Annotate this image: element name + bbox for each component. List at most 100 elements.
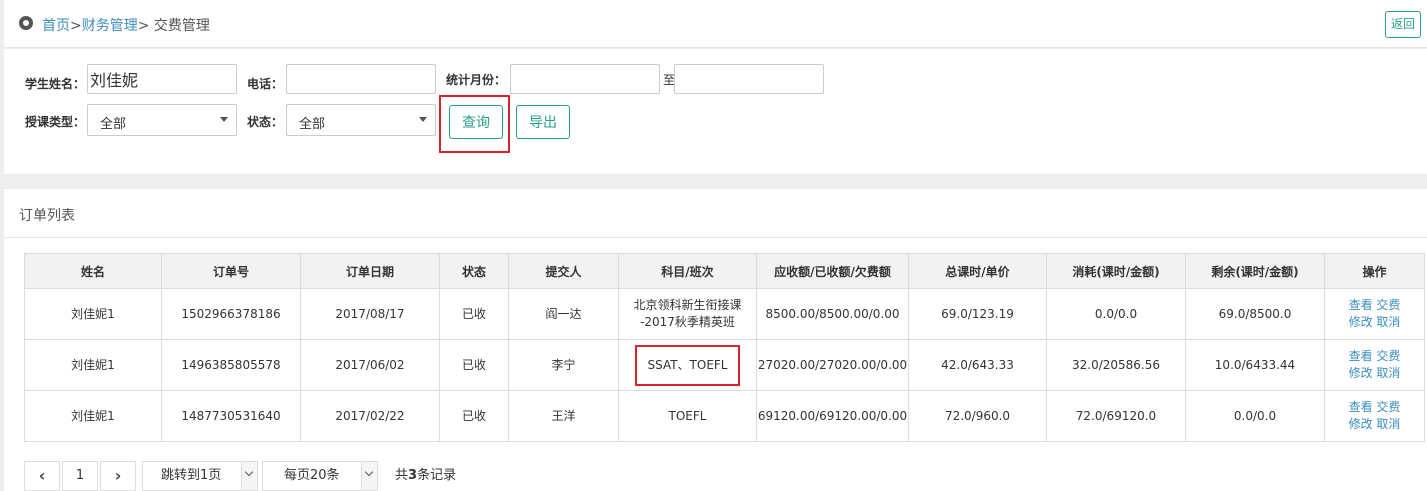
breadcrumb-current: 交费管理 [149,18,210,34]
total-count: 3 [408,468,418,483]
cell-amounts: 8500.00/8500.00/0.00 [756,288,909,340]
orders-table: 姓名 订单号 订单日期 状态 提交人 科目/班次 应收额/已收额/欠费额 总课时… [24,253,1425,442]
lesson-type-select[interactable]: 全部 [87,104,237,136]
table-row: 刘佳妮1 1496385805578 2017/06/02 已收 李宁 SSAT… [24,339,1425,391]
cell-consumed: 0.0/0.0 [1046,288,1186,340]
column-header: 总课时/单价 [908,253,1047,289]
status-label: 状态： [247,115,284,129]
query-button[interactable]: 查询 [449,105,503,139]
cancel-link[interactable]: 取消 [1376,417,1400,431]
jump-to-page-value: 跳转到1页 [161,468,222,483]
cell-status: 已收 [439,288,509,340]
breadcrumb-home-link[interactable]: 首页 [42,18,70,34]
table-row: 刘佳妮1 1502966378186 2017/08/17 已收 阎一达 北京领… [24,288,1425,340]
phone-input[interactable] [286,64,436,94]
cell-submitter: 王洋 [508,390,619,442]
chevron-down-icon [241,462,257,490]
subject-text: -2017秋季精英班 [640,315,735,329]
cell-subject: TOEFL [618,390,757,442]
export-button[interactable]: 导出 [516,105,570,139]
status-select[interactable]: 全部 [286,104,436,136]
cell-amounts: 27020.00/27020.00/0.00 [756,339,909,391]
cell-status: 已收 [439,339,509,391]
column-header: 提交人 [508,253,619,289]
cell-operations: 查看 交费 修改 取消 [1324,288,1425,340]
cell-operations: 查看 交费 修改 取消 [1324,390,1425,442]
month-to-input[interactable] [674,64,824,94]
view-link[interactable]: 查看 [1349,298,1373,312]
column-header: 操作 [1324,253,1425,289]
cancel-link[interactable]: 取消 [1376,366,1400,380]
view-link[interactable]: 查看 [1349,349,1373,363]
total-records: 共3条记录 [395,461,456,491]
student-name-input[interactable] [87,64,237,94]
table-row: 刘佳妮1 1487730531640 2017/02/22 已收 王洋 TOEF… [24,390,1425,442]
column-header: 姓名 [24,253,162,289]
month-from-input[interactable] [510,64,660,94]
breadcrumb-separator: > [137,18,150,34]
back-button[interactable]: 返回 [1384,11,1421,38]
cancel-link[interactable]: 取消 [1376,315,1400,329]
table-header-row: 姓名 订单号 订单日期 状态 提交人 科目/班次 应收额/已收额/欠费额 总课时… [24,253,1425,289]
order-list-title: 订单列表 [19,208,75,224]
location-pin-icon [19,16,33,30]
cell-hours-price: 72.0/960.0 [908,390,1047,442]
cell-hours-price: 69.0/123.19 [908,288,1047,340]
total-suffix: 条记录 [417,468,457,483]
cell-order-no: 1502966378186 [161,288,301,340]
edit-link[interactable]: 修改 [1349,366,1373,380]
breadcrumb: 首页>财务管理> 交费管理 [42,15,210,35]
prev-page-button[interactable]: ‹ [24,461,60,491]
cell-consumed: 72.0/69120.0 [1046,390,1186,442]
per-page-value: 每页20条 [284,468,340,483]
edit-link[interactable]: 修改 [1349,417,1373,431]
cell-submitter: 李宁 [508,339,619,391]
cell-order-no: 1487730531640 [161,390,301,442]
phone-label: 电话： [247,77,284,91]
lesson-type-label: 授课类型： [25,115,86,129]
jump-to-page-select[interactable]: 跳转到1页 [142,461,258,491]
breadcrumb-separator: > [70,18,82,34]
subject-text: SSAT、TOEFL [647,357,728,372]
chevron-right-icon: › [114,466,122,485]
breadcrumb-finance-link[interactable]: 财务管理 [82,18,138,34]
column-header: 科目/班次 [618,253,757,289]
cell-consumed: 32.0/20586.56 [1046,339,1186,391]
cell-submitter: 阎一达 [508,288,619,340]
divider [4,237,1427,238]
pay-link[interactable]: 交费 [1376,298,1400,312]
chevron-left-icon: ‹ [38,466,46,485]
subject-highlight-box: SSAT、TOEFL [635,344,740,386]
subject-text: 北京领科新生衔接课 [633,298,742,312]
dropdown-arrow-icon [419,117,427,122]
cell-name: 刘佳妮1 [24,288,162,340]
cell-remaining: 69.0/8500.0 [1185,288,1325,340]
cell-subject: 北京领科新生衔接课 -2017秋季精英班 [618,288,757,340]
total-prefix: 共 [395,468,409,483]
view-link[interactable]: 查看 [1349,400,1373,414]
cell-remaining: 0.0/0.0 [1185,390,1325,442]
pay-link[interactable]: 交费 [1376,400,1400,414]
lesson-type-value: 全部 [100,117,127,132]
edit-link[interactable]: 修改 [1349,315,1373,329]
chevron-down-icon [361,462,377,490]
column-header: 应收额/已收额/欠费额 [756,253,909,289]
cell-amounts: 69120.00/69120.00/0.00 [756,390,909,442]
student-name-label: 学生姓名： [25,77,86,91]
column-header: 消耗(课时/金额) [1046,253,1186,289]
subject-text: TOEFL [668,408,707,423]
cell-order-no: 1496385805578 [161,339,301,391]
per-page-select[interactable]: 每页20条 [262,461,378,491]
cell-status: 已收 [439,390,509,442]
cell-date: 2017/08/17 [300,288,440,340]
top-bar: 首页>财务管理> 交费管理 返回 [4,0,1427,48]
order-list-panel: 订单列表 姓名 订单号 订单日期 状态 提交人 科目/班次 应收额/已收额/欠费… [4,189,1427,491]
column-header: 订单日期 [300,253,440,289]
pay-link[interactable]: 交费 [1376,349,1400,363]
next-page-button[interactable]: › [100,461,136,491]
filter-panel: 学生姓名： 电话： 统计月份： 至 授课类型： 全部 状态： 全部 查询 导出 [4,49,1427,174]
cell-date: 2017/02/22 [300,390,440,442]
dropdown-arrow-icon [220,117,228,122]
page-number-button[interactable]: 1 [62,461,98,491]
column-header: 剩余(课时/金额) [1185,253,1325,289]
